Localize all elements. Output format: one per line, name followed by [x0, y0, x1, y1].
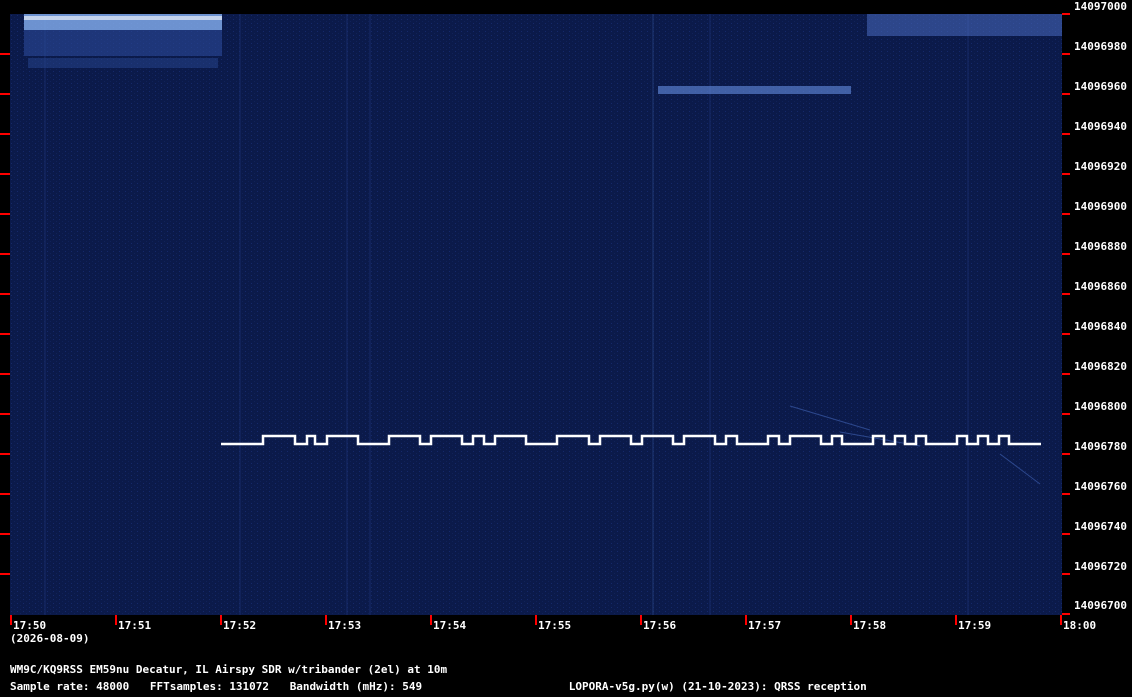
top-right-signal-blob [867, 14, 1062, 36]
time-label: 17:59 [958, 619, 992, 632]
spectrogram-waterfall [10, 14, 1062, 615]
bandwidth: Bandwidth (mHz): 549 [289, 680, 423, 693]
time-label: 17:55 [538, 619, 572, 632]
freq-label: 14096980 [1074, 40, 1127, 53]
station-info: WM9C/KQ9RSS EM59nu Decatur, IL Airspy SD… [10, 663, 448, 676]
freq-label: 14096740 [1074, 520, 1127, 533]
time-label: 17:52 [223, 619, 257, 632]
time-label: 17:53 [328, 619, 362, 632]
carrier-trace [658, 86, 851, 94]
freq-label: 14096820 [1074, 360, 1127, 373]
freq-label: 14096960 [1074, 80, 1127, 93]
freq-label: 14096700 [1074, 599, 1127, 612]
receiver-settings: Sample rate: 48000 FFTsamples: 131072 Ba… [10, 681, 881, 693]
freq-label: 14097000 [1074, 0, 1127, 13]
waterfall-background [10, 14, 1062, 615]
freq-label: 14096720 [1074, 560, 1127, 573]
top-left-signal-blob [24, 14, 222, 68]
freq-label: 14096880 [1074, 240, 1127, 253]
freq-label: 14096920 [1074, 160, 1127, 173]
freq-label: 14096940 [1074, 120, 1127, 133]
time-label: 17:56 [643, 619, 677, 632]
sample-rate: Sample rate: 48000 [10, 680, 130, 693]
time-label: 18:00 [1063, 619, 1097, 632]
freq-label: 14096840 [1074, 320, 1127, 333]
time-label: 17:57 [748, 619, 782, 632]
software-version: LOPORA-v5g.py(w) (21-10-2023): QRSS rece… [568, 680, 867, 693]
date-label: (2026-08-09) [10, 632, 90, 645]
time-label: 17:50 [13, 619, 47, 632]
freq-label: 14096900 [1074, 200, 1127, 213]
time-label: 17:58 [853, 619, 887, 632]
freq-label: 14096760 [1074, 480, 1127, 493]
fft-samples: FFTsamples: 131072 [149, 680, 270, 693]
freq-label: 14096860 [1074, 280, 1127, 293]
time-label: 17:54 [433, 619, 467, 632]
freq-label: 14096780 [1074, 440, 1127, 453]
freq-label: 14096800 [1074, 400, 1127, 413]
time-label: 17:51 [118, 619, 152, 632]
